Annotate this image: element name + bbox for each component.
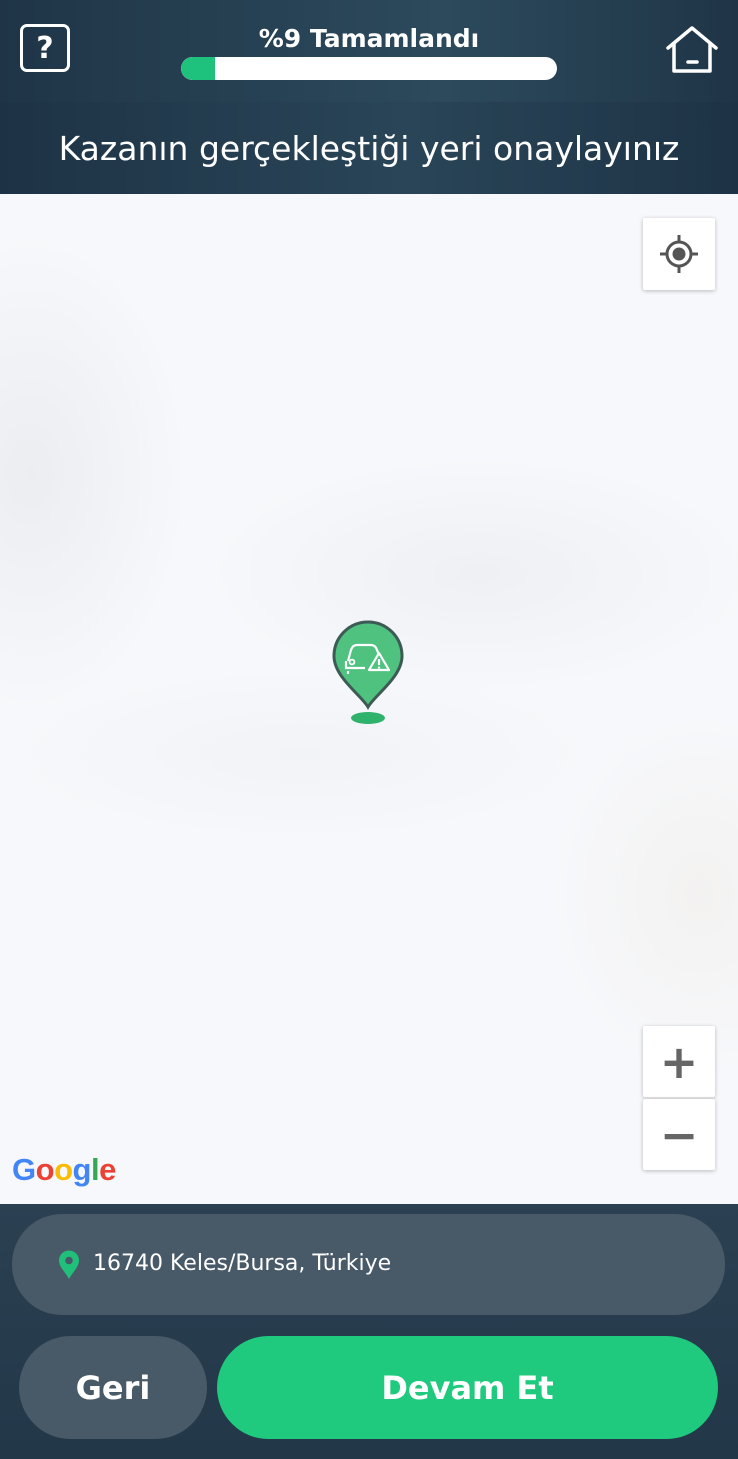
progress-bar [181,57,557,80]
car-accident-pin-icon [332,620,404,724]
my-location-button[interactable] [643,218,715,290]
progress-label: %9 Tamamlandı [258,24,480,53]
address-text: 16740 Keles/Bursa, Türkiye [93,1251,392,1276]
accident-location-marker[interactable] [331,619,407,727]
instruction-banner: Kazanın gerçekleştiği yeri onaylayınız [0,102,738,194]
plus-icon: + [659,1034,699,1089]
progress-bar-fill [181,57,215,80]
map-view[interactable]: + − Google [0,194,738,1204]
google-logo: Google [12,1152,116,1187]
zoom-out-button[interactable]: − [643,1099,715,1170]
continue-button[interactable]: Devam Et [217,1336,718,1439]
instruction-text: Kazanın gerçekleştiği yeri onaylayınız [58,128,680,168]
minus-icon: − [659,1107,699,1162]
home-icon [666,26,718,73]
zoom-in-button[interactable]: + [643,1026,715,1097]
bottom-panel: 16740 Keles/Bursa, Türkiye Geri Devam Et [0,1204,738,1459]
location-pin-icon [59,1250,79,1279]
address-field[interactable]: 16740 Keles/Bursa, Türkiye [12,1214,725,1315]
top-bar: ? %9 Tamamlandı [0,0,738,102]
crosshair-icon [660,235,698,273]
back-button[interactable]: Geri [19,1336,207,1439]
home-button[interactable] [664,24,720,76]
